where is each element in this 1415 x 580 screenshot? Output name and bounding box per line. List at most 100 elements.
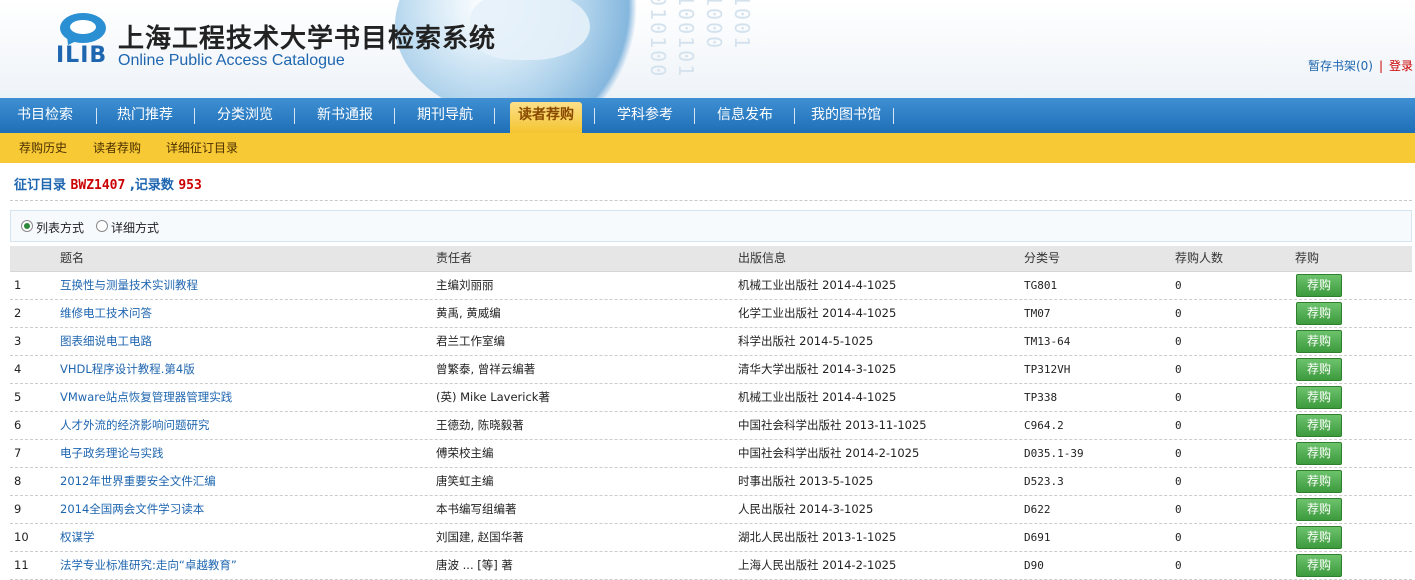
subnav-item-recommend[interactable]: 读者荐购 <box>93 133 141 163</box>
book-title-link[interactable]: VHDL程序设计教程.第4版 <box>60 356 195 383</box>
book-publication: 机械工业出版社 2014-4-1025 <box>738 390 897 404</box>
row-number: 9 <box>14 502 22 516</box>
nav-item-news[interactable]: 信息发布 <box>709 98 781 133</box>
binary-decoration: 100101 <box>674 0 698 79</box>
recommend-count: 0 <box>1175 363 1182 376</box>
recommend-button[interactable]: 荐购 <box>1296 358 1342 381</box>
radio-detail-mode[interactable] <box>96 220 108 232</box>
header: 010100 100101 1000 1001 ILIB 上海工程技术大学书目检… <box>0 0 1415 98</box>
row-number: 1 <box>14 278 22 292</box>
nav-item-catalog-search[interactable]: 书目检索 <box>9 98 81 133</box>
book-publication: 时事出版社 2013-5-1025 <box>738 474 874 488</box>
row-number: 5 <box>14 390 22 404</box>
catalog-label: 征订目录 <box>14 178 67 193</box>
nav-item-reader-recommend[interactable]: 读者荐购 <box>510 102 582 133</box>
table-row: 6 人才外流的经济影响问题研究 王德劲, 陈晓毅著 中国社会科学出版社 2013… <box>10 412 1412 440</box>
table-row: 8 2012年世界重要安全文件汇编 唐笑虹主编 时事出版社 2013-5-102… <box>10 468 1412 496</box>
login-link[interactable]: 登录 <box>1389 59 1413 73</box>
radio-list-mode-label[interactable]: 列表方式 <box>36 219 84 236</box>
row-number: 2 <box>14 306 22 320</box>
recommend-button[interactable]: 荐购 <box>1296 554 1342 577</box>
recommend-button[interactable]: 荐购 <box>1296 330 1342 353</box>
table-row: 4 VHDL程序设计教程.第4版 曾繁泰, 曾祥云编著 清华大学出版社 2014… <box>10 356 1412 384</box>
divider <box>10 200 1412 201</box>
nav-divider <box>96 108 97 124</box>
nav-item-my-library[interactable]: 我的图书馆 <box>804 98 888 133</box>
recommend-button[interactable]: 荐购 <box>1296 386 1342 409</box>
book-publication: 科学出版社 2014-5-1025 <box>738 334 874 348</box>
header-publication: 出版信息 <box>738 251 787 265</box>
catalog-table: 题名 责任者 出版信息 分类号 荐购人数 荐购 1 互换性与测量技术实训教程 主… <box>10 246 1412 580</box>
book-class-no: D523.3 <box>1024 475 1064 488</box>
recommend-count: 0 <box>1175 391 1182 404</box>
book-author: (英) Mike Laverick著 <box>436 390 550 404</box>
nav-item-hot[interactable]: 热门推荐 <box>109 98 181 133</box>
subnav-item-detail-catalog[interactable]: 详细征订目录 <box>166 133 238 163</box>
recommend-button[interactable]: 荐购 <box>1296 414 1342 437</box>
recommend-button[interactable]: 荐购 <box>1296 470 1342 493</box>
recommend-button[interactable]: 荐购 <box>1296 498 1342 521</box>
book-author: 唐波 ... [等] 著 <box>436 558 513 572</box>
book-title-link[interactable]: 2012年世界重要安全文件汇编 <box>60 468 216 495</box>
book-title-link[interactable]: 法学专业标准研究:走向“卓越教育” <box>60 552 237 579</box>
nav-divider <box>594 108 595 124</box>
book-title-link[interactable]: VMware站点恢复管理器管理实践 <box>60 384 232 411</box>
book-title-link[interactable]: 电子政务理论与实践 <box>60 440 164 467</box>
book-publication: 化学工业出版社 2014-4-1025 <box>738 306 897 320</box>
nav-divider <box>194 108 195 124</box>
view-mode-selector: 列表方式 详细方式 <box>10 210 1412 242</box>
nav-divider <box>394 108 395 124</box>
recommend-button[interactable]: 荐购 <box>1296 442 1342 465</box>
radio-list-mode[interactable] <box>21 220 33 232</box>
nav-item-journals[interactable]: 期刊导航 <box>409 98 481 133</box>
book-class-no: C964.2 <box>1024 419 1064 432</box>
recommend-button[interactable]: 荐购 <box>1296 526 1342 549</box>
book-publication: 中国社会科学出版社 2013-11-1025 <box>738 418 927 432</box>
book-title-link[interactable]: 2014全国两会文件学习读本 <box>60 496 204 523</box>
book-title-link[interactable]: 权谋学 <box>60 524 95 551</box>
table-header: 题名 责任者 出版信息 分类号 荐购人数 荐购 <box>10 246 1412 272</box>
book-publication: 湖北人民出版社 2013-1-1025 <box>738 530 897 544</box>
book-publication: 人民出版社 2014-3-1025 <box>738 502 874 516</box>
header-recommend: 荐购 <box>1295 251 1320 265</box>
shelf-link[interactable]: 暂存书架(0) <box>1308 59 1373 73</box>
row-number: 10 <box>14 530 29 544</box>
nav-item-browse[interactable]: 分类浏览 <box>209 98 281 133</box>
recommend-count: 0 <box>1175 335 1182 348</box>
recommend-count: 0 <box>1175 475 1182 488</box>
subnav-item-history[interactable]: 荐购历史 <box>19 133 67 163</box>
book-class-no: TG801 <box>1024 279 1058 292</box>
recommend-count: 0 <box>1175 419 1182 432</box>
nav-item-subject[interactable]: 学科参考 <box>609 98 681 133</box>
nav-item-new-books[interactable]: 新书通报 <box>309 98 381 133</box>
book-title-link[interactable]: 人才外流的经济影响问题研究 <box>60 412 210 439</box>
recommend-button[interactable]: 荐购 <box>1296 274 1342 297</box>
book-author: 君兰工作室编 <box>436 334 505 348</box>
binary-decoration: 1000 <box>702 0 726 51</box>
top-links: 暂存书架(0) | 登录 <box>1308 57 1413 74</box>
nav-divider <box>694 108 695 124</box>
recommend-button[interactable]: 荐购 <box>1296 302 1342 325</box>
book-class-no: D90 <box>1024 559 1044 572</box>
table-row: 2 维修电工技术问答 黄禹, 黄威编 化学工业出版社 2014-4-1025 T… <box>10 300 1412 328</box>
nav-divider <box>494 108 495 124</box>
book-class-no: D035.1-39 <box>1024 447 1084 460</box>
book-class-no: TM07 <box>1024 307 1051 320</box>
row-number: 11 <box>14 558 29 572</box>
header-recommend-count: 荐购人数 <box>1175 251 1224 265</box>
header-author: 责任者 <box>436 251 473 265</box>
book-publication: 上海人民出版社 2014-2-1025 <box>738 558 897 572</box>
table-row: 7 电子政务理论与实践 傅荣校主编 中国社会科学出版社 2014-2-1025 … <box>10 440 1412 468</box>
recommend-count: 0 <box>1175 531 1182 544</box>
sub-nav: 荐购历史 读者荐购 详细征订目录 <box>0 133 1415 163</box>
recommend-count: 0 <box>1175 447 1182 460</box>
book-publication: 机械工业出版社 2014-4-1025 <box>738 278 897 292</box>
book-class-no: TP312VH <box>1024 363 1071 376</box>
site-subtitle: Online Public Access Catalogue <box>118 52 345 69</box>
book-title-link[interactable]: 互换性与测量技术实训教程 <box>60 272 198 299</box>
radio-detail-mode-label[interactable]: 详细方式 <box>111 219 159 236</box>
book-title-link[interactable]: 图表细说电工电路 <box>60 328 152 355</box>
book-title-link[interactable]: 维修电工技术问答 <box>60 300 152 327</box>
header-class-no: 分类号 <box>1024 251 1061 265</box>
top-links-separator: | <box>1378 59 1383 73</box>
